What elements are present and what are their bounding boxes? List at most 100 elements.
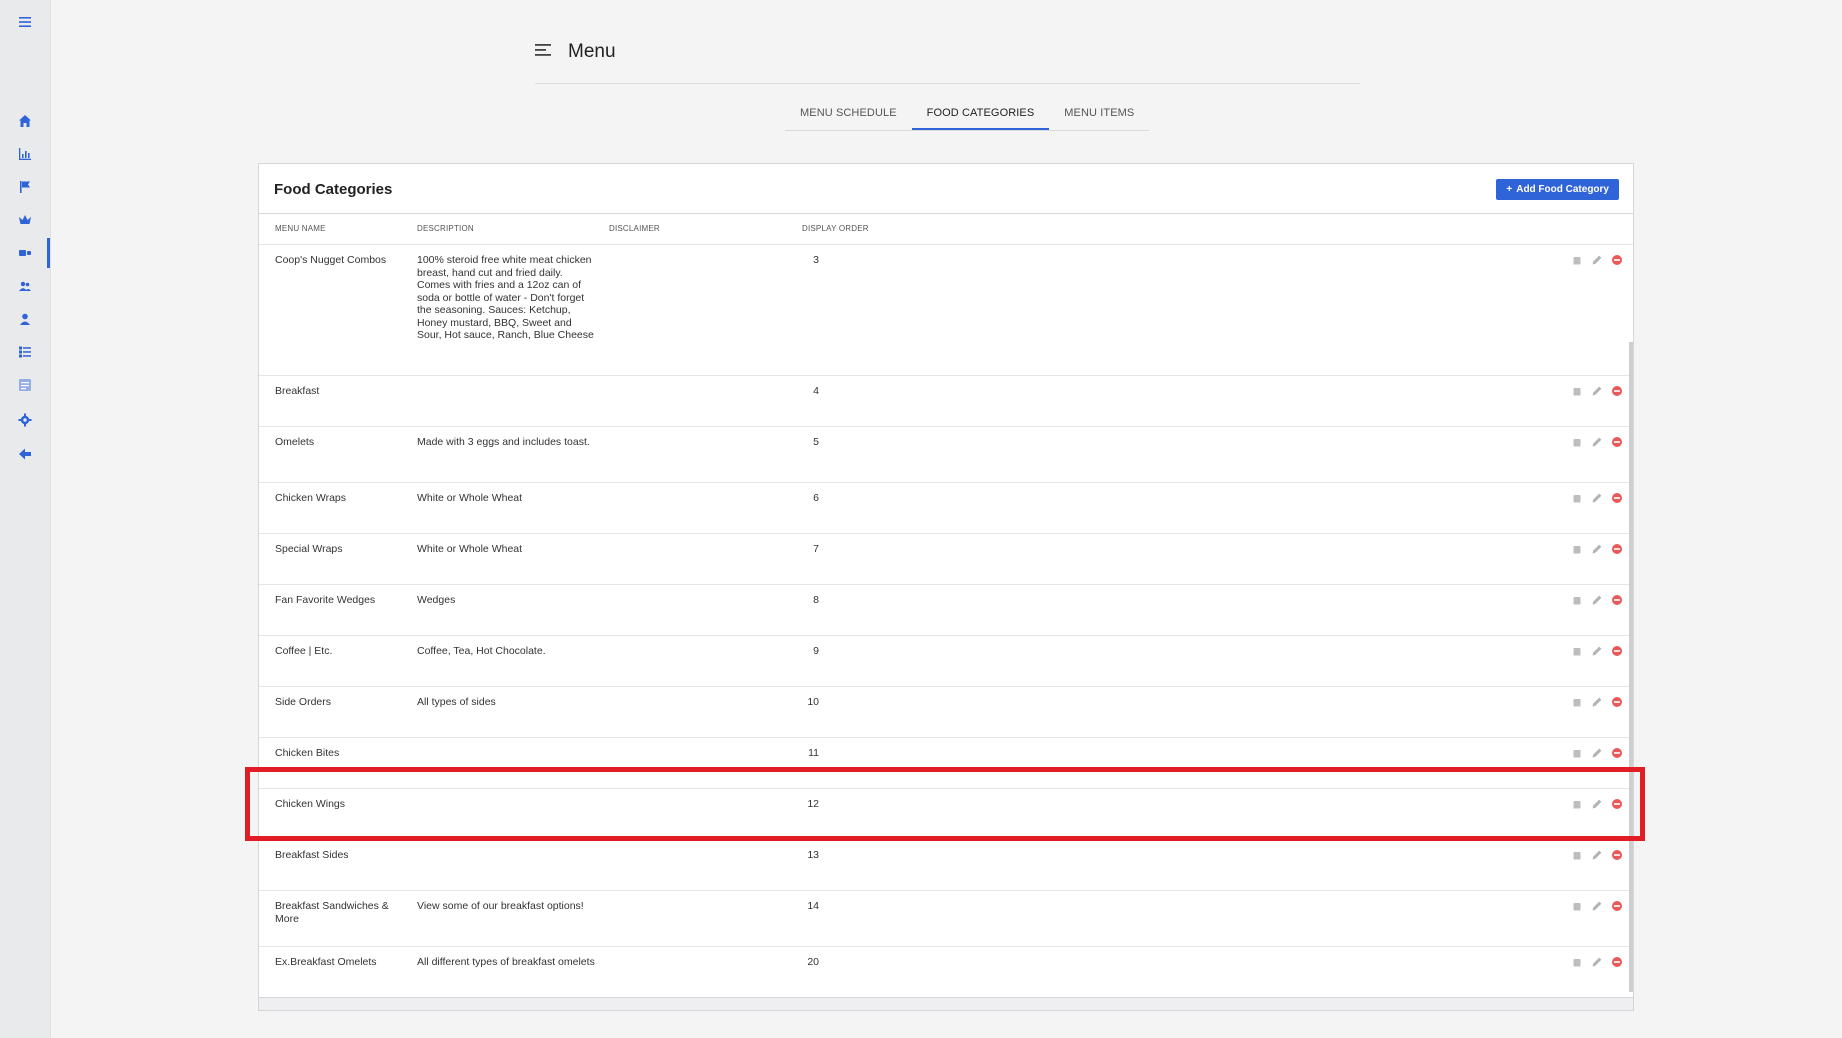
page-title: Menu: [568, 41, 616, 62]
table-row[interactable]: Breakfast Sandwiches & More View some of …: [259, 891, 1633, 947]
crown-icon[interactable]: [15, 210, 35, 230]
column-header-disclaimer[interactable]: DISCLAIMER: [609, 224, 660, 233]
delete-icon[interactable]: [1610, 899, 1623, 912]
table-row[interactable]: Coop's Nugget Combos 100% steroid free wh…: [259, 245, 1633, 376]
chart-icon[interactable]: [15, 144, 35, 164]
cell-description: 100% steroid free white meat chicken bre…: [417, 254, 594, 341]
row-actions: [1570, 848, 1623, 861]
tab-menu-items[interactable]: MENU ITEMS: [1049, 100, 1149, 130]
edit-pencil-icon[interactable]: [1590, 384, 1603, 397]
edit-pencil-icon[interactable]: [1590, 899, 1603, 912]
edit-pencil-icon[interactable]: [1590, 797, 1603, 810]
table-row[interactable]: Chicken Wraps White or Whole Wheat 6: [259, 483, 1633, 534]
edit-pencil-icon[interactable]: [1590, 848, 1603, 861]
tag-icon[interactable]: [15, 243, 35, 263]
table-row[interactable]: Chicken Wings 12: [259, 789, 1633, 840]
edit-pencil-icon[interactable]: [1590, 644, 1603, 657]
plus-icon: +: [1506, 184, 1513, 195]
page-header: Menu: [535, 32, 616, 72]
row-actions: [1570, 253, 1623, 266]
person-icon[interactable]: [15, 309, 35, 329]
cell-menu-name: Ex.Breakfast Omelets: [275, 956, 377, 968]
copy-icon[interactable]: [1570, 593, 1583, 606]
add-food-category-label: Add Food Category: [1516, 184, 1609, 195]
copy-icon[interactable]: [1570, 435, 1583, 448]
menu-icon[interactable]: [15, 12, 35, 32]
delete-icon[interactable]: [1610, 955, 1623, 968]
table-row[interactable]: Coffee | Etc. Coffee, Tea, Hot Chocolate.…: [259, 636, 1633, 687]
delete-icon[interactable]: [1610, 384, 1623, 397]
column-header-display-order[interactable]: DISPLAY ORDER: [802, 224, 869, 233]
table-row[interactable]: Ex.Breakfast Omelets All different types …: [259, 947, 1633, 1004]
cell-description: All different types of breakfast omelets: [417, 956, 595, 968]
delete-icon[interactable]: [1610, 253, 1623, 266]
home-icon[interactable]: [15, 111, 35, 131]
edit-pencil-icon[interactable]: [1590, 695, 1603, 708]
table-row[interactable]: Breakfast Sides 13: [259, 840, 1633, 891]
cell-display-order: 6: [813, 492, 819, 504]
cell-display-order: 9: [813, 645, 819, 657]
hamburger-menu-icon[interactable]: [535, 43, 551, 62]
copy-icon[interactable]: [1570, 644, 1583, 657]
card-footer: [259, 997, 1633, 1010]
row-actions: [1570, 593, 1623, 606]
edit-pencil-icon[interactable]: [1590, 746, 1603, 759]
flag-icon[interactable]: [15, 177, 35, 197]
delete-icon[interactable]: [1610, 491, 1623, 504]
column-header-description[interactable]: DESCRIPTION: [417, 224, 474, 233]
edit-pencil-icon[interactable]: [1590, 253, 1603, 266]
scrollbar-thumb[interactable]: [1629, 342, 1633, 992]
table-body: Coop's Nugget Combos 100% steroid free wh…: [259, 245, 1633, 1004]
add-food-category-button[interactable]: + Add Food Category: [1496, 179, 1619, 200]
copy-icon[interactable]: [1570, 848, 1583, 861]
cell-display-order: 3: [813, 254, 819, 266]
table-row[interactable]: Breakfast 4: [259, 376, 1633, 427]
delete-icon[interactable]: [1610, 542, 1623, 555]
report-icon[interactable]: [15, 375, 35, 395]
row-actions: [1570, 542, 1623, 555]
edit-pencil-icon[interactable]: [1590, 542, 1603, 555]
back-arrow-icon[interactable]: [15, 444, 35, 464]
list-icon[interactable]: [15, 342, 35, 362]
delete-icon[interactable]: [1610, 644, 1623, 657]
copy-icon[interactable]: [1570, 695, 1583, 708]
edit-pencil-icon[interactable]: [1590, 955, 1603, 968]
tab-food-categories[interactable]: FOOD CATEGORIES: [911, 100, 1050, 130]
table-row[interactable]: Fan Favorite Wedges Wedges 8: [259, 585, 1633, 636]
copy-icon[interactable]: [1570, 542, 1583, 555]
table-header: MENU NAME DESCRIPTION DISCLAIMER DISPLAY…: [259, 214, 1633, 245]
cell-display-order: 14: [807, 900, 819, 912]
table-row[interactable]: Omelets Made with 3 eggs and includes toa…: [259, 427, 1633, 483]
cell-description: White or Whole Wheat: [417, 543, 523, 555]
cell-menu-name: Chicken Wings: [275, 798, 346, 810]
delete-icon[interactable]: [1610, 848, 1623, 861]
tab-menu-schedule[interactable]: MENU SCHEDULE: [785, 100, 912, 130]
table-row[interactable]: Special Wraps White or Whole Wheat 7: [259, 534, 1633, 585]
copy-icon[interactable]: [1570, 955, 1583, 968]
copy-icon[interactable]: [1570, 797, 1583, 810]
copy-icon[interactable]: [1570, 746, 1583, 759]
row-actions: [1570, 899, 1623, 912]
copy-icon[interactable]: [1570, 253, 1583, 266]
edit-pencil-icon[interactable]: [1590, 593, 1603, 606]
table-row[interactable]: Chicken Bites 11: [259, 738, 1633, 789]
cell-menu-name: Omelets: [275, 436, 315, 448]
cell-description: View some of our breakfast options!: [417, 900, 584, 912]
row-actions: [1570, 955, 1623, 968]
copy-icon[interactable]: [1570, 491, 1583, 504]
cell-description: Coffee, Tea, Hot Chocolate.: [417, 645, 546, 657]
cell-menu-name: Side Orders: [275, 696, 332, 708]
copy-icon[interactable]: [1570, 384, 1583, 397]
delete-icon[interactable]: [1610, 797, 1623, 810]
edit-pencil-icon[interactable]: [1590, 435, 1603, 448]
delete-icon[interactable]: [1610, 435, 1623, 448]
column-header-menu-name[interactable]: MENU NAME: [275, 224, 326, 233]
edit-pencil-icon[interactable]: [1590, 491, 1603, 504]
delete-icon[interactable]: [1610, 695, 1623, 708]
delete-icon[interactable]: [1610, 746, 1623, 759]
copy-icon[interactable]: [1570, 899, 1583, 912]
table-row[interactable]: Side Orders All types of sides 10: [259, 687, 1633, 738]
delete-icon[interactable]: [1610, 593, 1623, 606]
settings-icon[interactable]: [15, 410, 35, 430]
users-icon[interactable]: [15, 276, 35, 296]
